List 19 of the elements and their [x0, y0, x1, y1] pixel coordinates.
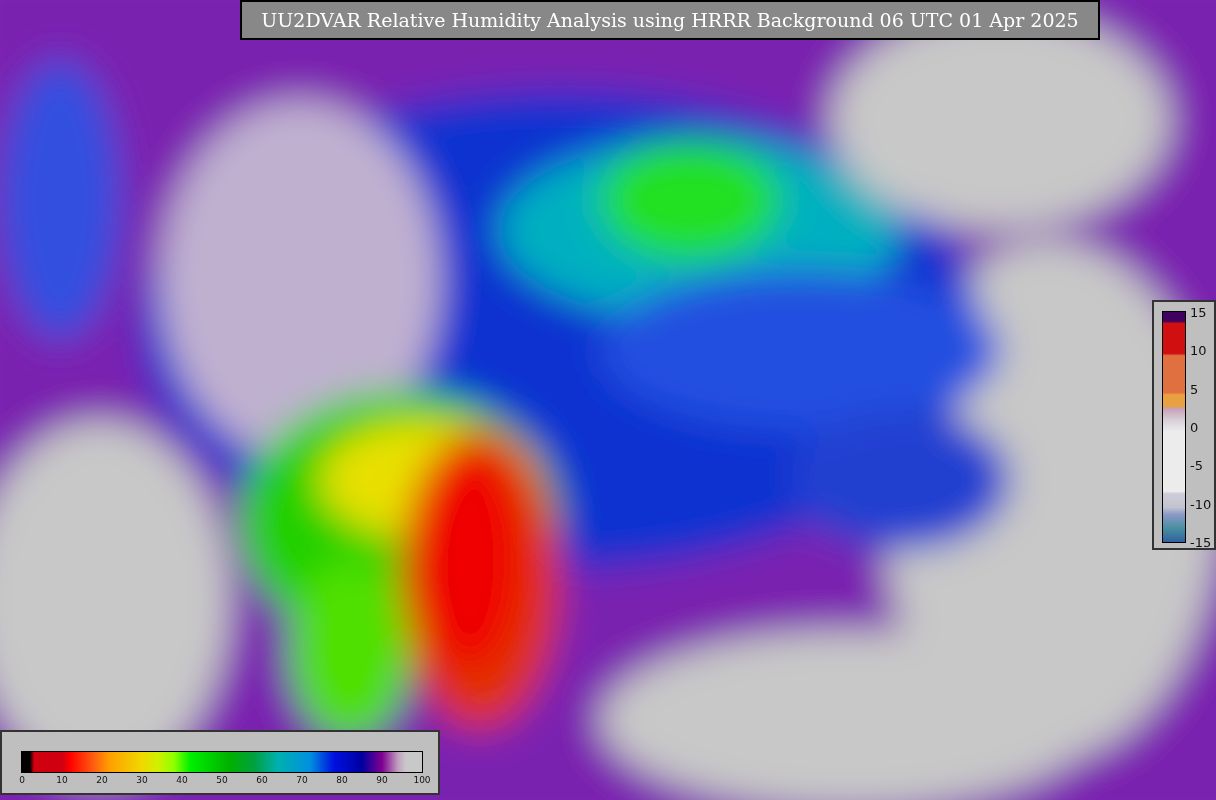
colorbar-tick-label: 30	[136, 776, 148, 785]
colorbar-tick-label: 40	[176, 776, 188, 785]
colorbar-tick-label: 20	[96, 776, 108, 785]
colorbar-tick-label: 100	[413, 776, 431, 785]
colorbar-tick-label: 80	[336, 776, 348, 785]
colorbar-tick-label: -10	[1190, 497, 1212, 511]
colorbar-tick-label: 0	[19, 776, 25, 785]
colorbar-tick-label: 90	[376, 776, 388, 785]
colorbar-tick-label: 50	[216, 776, 228, 785]
colorbar-tick-label: 0	[1190, 420, 1199, 434]
colorbar-tick-label: 10	[56, 776, 68, 785]
colorbar-tick-label: 15	[1190, 305, 1207, 319]
colorbar-tick-label: 60	[256, 776, 268, 785]
colorbar-tick-label: 5	[1190, 382, 1199, 396]
colorbar-tick-label: -5	[1190, 458, 1203, 472]
colorbar-tick-label: 70	[296, 776, 308, 785]
colorbar-tick-label: 10	[1190, 343, 1207, 357]
map-title: UU2DVAR Relative Humidity Analysis using HRRR Background 06 UTC 01 Apr 2025	[240, 0, 1100, 40]
colorbar-tick-label: -15	[1190, 535, 1212, 549]
